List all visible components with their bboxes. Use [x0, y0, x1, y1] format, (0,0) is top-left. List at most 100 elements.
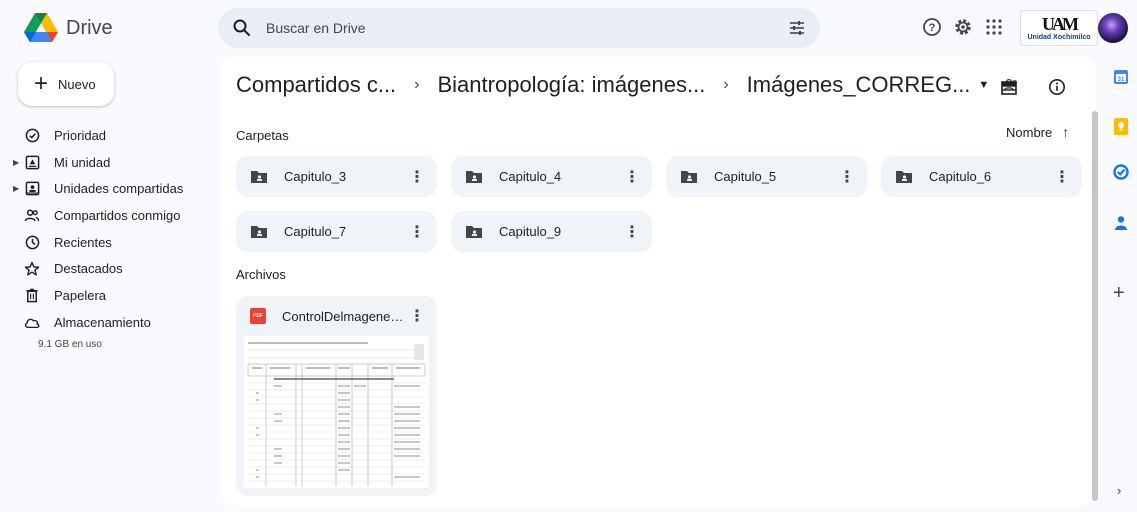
folder-item[interactable]: Capitulo_4 ⋮ — [451, 156, 652, 197]
sidebar-item-label: Almacenamiento — [54, 314, 151, 330]
sidebar-item-mi-unidad[interactable]: ▶ Mi unidad — [0, 149, 210, 176]
sidebar-item-label: Unidades compartidas — [54, 181, 184, 197]
search-icon[interactable] — [232, 18, 252, 38]
caret-right-icon[interactable]: ▶ — [13, 158, 19, 167]
sidebar-item-papelera[interactable]: Papelera — [0, 282, 210, 309]
account-avatar[interactable] — [1098, 13, 1128, 43]
sidebar-item-label: Compartidos conmigo — [54, 207, 181, 223]
file-card-header: PDF ControlDelmagenes... ⋮ — [236, 296, 437, 336]
folder-item[interactable]: Capitulo_7 ⋮ — [236, 211, 437, 252]
folder-name: Capitulo_3 — [284, 169, 347, 184]
check-circle-icon — [24, 127, 40, 143]
caret-right-icon[interactable]: ▶ — [13, 184, 19, 193]
trash-icon — [24, 287, 40, 303]
files-heading: Archivos — [236, 267, 286, 282]
svg-text:?: ? — [929, 22, 936, 34]
breadcrumb-current[interactable]: Imágenes_CORREG... — [747, 72, 971, 98]
shared-folder-icon — [896, 170, 912, 183]
cloud-icon — [24, 314, 40, 330]
dropdown-arrow-icon[interactable]: ▼ — [978, 79, 989, 91]
more-options-icon[interactable]: ⋮ — [405, 222, 429, 242]
folder-item[interactable]: Capitulo_5 ⋮ — [666, 156, 867, 197]
shared-folder-icon — [251, 170, 267, 183]
drive-logo[interactable]: Drive — [24, 12, 113, 44]
pdf-icon: PDF — [250, 308, 266, 324]
star-icon — [24, 261, 40, 277]
org-logo-mark: UAM — [1042, 14, 1079, 34]
file-item[interactable]: PDF ControlDelmagenes... ⋮ — [236, 296, 437, 496]
more-options-icon[interactable]: ⋮ — [620, 167, 644, 187]
sidebar-item-almacenamiento[interactable]: Almacenamiento — [0, 309, 210, 336]
arrow-up-icon: ↑ — [1062, 124, 1070, 140]
my-drive-icon — [24, 154, 40, 170]
folder-item[interactable]: Capitulo_3 ⋮ — [236, 156, 437, 197]
folder-name: Capitulo_7 — [284, 224, 347, 239]
breadcrumb-separator: › — [723, 76, 729, 93]
organization-logo[interactable]: UAM Unidad Xochimilco — [1020, 10, 1098, 46]
more-options-icon[interactable]: ⋮ — [620, 222, 644, 242]
folders-heading: Carpetas — [236, 128, 289, 143]
sidebar-nav: Prioridad ▶ Mi unidad ▶ Unidades compart… — [0, 122, 210, 336]
contacts-icon[interactable] — [1112, 214, 1130, 232]
more-options-icon[interactable]: ⋮ — [405, 306, 429, 326]
people-icon — [24, 207, 40, 223]
help-icon[interactable]: ? — [921, 16, 943, 38]
main-panel: Compartidos c... › Biantropología: imáge… — [220, 56, 1098, 506]
breadcrumb-item[interactable]: Biantropología: imágenes... — [438, 72, 706, 98]
folder-name: Capitulo_4 — [499, 169, 562, 184]
settings-gear-icon[interactable] — [952, 16, 974, 38]
new-button[interactable]: + Nuevo — [18, 62, 114, 106]
new-button-label: Nuevo — [58, 76, 96, 92]
breadcrumb: Compartidos c... › Biantropología: imáge… — [236, 72, 1019, 98]
shared-drives-icon — [24, 181, 40, 197]
list-view-icon[interactable] — [1000, 79, 1018, 97]
sidebar-item-destacados[interactable]: Destacados — [0, 255, 210, 282]
sidebar-item-label: Papelera — [54, 287, 107, 303]
shared-folder-icon — [681, 170, 697, 183]
chevron-right-icon[interactable]: › — [1117, 483, 1121, 498]
sidebar-item-label: Recientes — [54, 234, 112, 250]
search-input[interactable] — [266, 20, 788, 36]
sort-label: Nombre — [1006, 124, 1053, 140]
more-options-icon[interactable]: ⋮ — [1050, 167, 1074, 187]
shared-folder-icon — [466, 225, 482, 238]
more-options-icon[interactable]: ⋮ — [835, 167, 859, 187]
folder-name: Capitulo_9 — [499, 224, 562, 239]
sidebar-item-prioridad[interactable]: Prioridad — [0, 122, 210, 149]
file-name: ControlDelmagenes... — [282, 308, 405, 324]
svg-text:31: 31 — [1118, 77, 1125, 83]
info-icon[interactable] — [1048, 78, 1066, 96]
main-scrollbar[interactable] — [1092, 111, 1098, 501]
breadcrumb-item[interactable]: Compartidos c... — [236, 72, 396, 98]
sidebar-item-recientes[interactable]: Recientes — [0, 229, 210, 256]
storage-usage: 9.1 GB en uso — [38, 339, 102, 350]
folder-item[interactable]: Capitulo_9 ⋮ — [451, 211, 652, 252]
breadcrumb-separator: › — [414, 76, 420, 93]
org-logo-name: Unidad Xochimilco — [1027, 34, 1091, 41]
folder-name: Capitulo_5 — [714, 169, 777, 184]
sidebar-item-unidades-compartidas[interactable]: ▶ Unidades compartidas — [0, 175, 210, 202]
search-bar[interactable] — [218, 8, 820, 48]
folder-item[interactable]: Capitulo_6 ⋮ — [881, 156, 1082, 197]
tasks-icon[interactable] — [1112, 163, 1130, 181]
sidebar-item-label: Prioridad — [54, 127, 107, 143]
more-options-icon[interactable]: ⋮ — [405, 167, 429, 187]
drive-logo-icon — [24, 13, 58, 42]
plus-icon: + — [34, 70, 49, 97]
shared-folder-icon — [251, 225, 267, 238]
document-preview-image — [244, 336, 429, 488]
file-thumbnail — [244, 336, 429, 488]
shared-folder-icon — [466, 170, 482, 183]
sidebar-item-compartidos-conmigo[interactable]: Compartidos conmigo — [0, 202, 210, 229]
folder-name: Capitulo_6 — [929, 169, 992, 184]
sidebar-item-label: Destacados — [54, 261, 123, 277]
search-options-icon[interactable] — [788, 19, 806, 37]
sidebar-item-label: Mi unidad — [54, 154, 111, 170]
apps-grid-icon[interactable] — [983, 16, 1005, 38]
sort-by-name-button[interactable]: Nombre ↑ — [1006, 124, 1069, 140]
add-addon-plus-icon[interactable]: + — [1113, 282, 1125, 305]
keep-icon[interactable] — [1112, 117, 1130, 135]
app-name: Drive — [66, 16, 113, 39]
clock-icon — [24, 234, 40, 250]
calendar-icon[interactable]: 31 — [1112, 68, 1130, 86]
